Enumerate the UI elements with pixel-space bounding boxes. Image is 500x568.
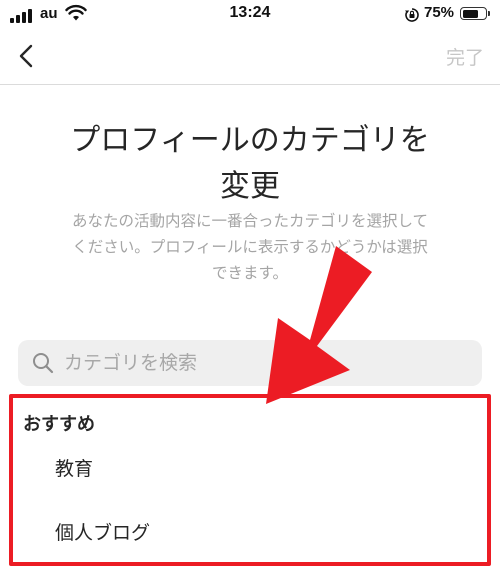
- description-line-2: ください。プロフィールに表示するかどうかは選択: [72, 238, 428, 256]
- search-icon: [32, 352, 54, 378]
- category-item-personal-blog[interactable]: 個人ブログ: [0, 508, 500, 556]
- battery-percent: 75%: [424, 4, 455, 21]
- nav-bar: 完了: [0, 32, 500, 85]
- section-header-recommended: おすすめ: [23, 414, 95, 435]
- category-item-label: 教育: [55, 458, 94, 480]
- orientation-lock-icon: [404, 7, 420, 28]
- category-item-label: 個人ブログ: [55, 522, 151, 544]
- screen: au 13:24 75% 完了 プロフィールのカテゴリを 変更 あなたの活動内容…: [0, 0, 500, 568]
- page-title-line-2: 変更: [220, 169, 280, 204]
- search-input[interactable]: [64, 340, 464, 386]
- back-button[interactable]: [12, 40, 44, 72]
- description-line-1: あなたの活動内容に一番合ったカテゴリを選択して: [71, 212, 429, 230]
- description-line-3: できます。: [212, 264, 288, 282]
- page-title: プロフィールのカテゴリを 変更: [20, 118, 480, 210]
- search-box[interactable]: [18, 340, 482, 386]
- chevron-left-icon: [19, 44, 33, 68]
- page-title-line-1: プロフィールのカテゴリを: [70, 123, 430, 158]
- category-item-education[interactable]: 教育: [0, 444, 500, 492]
- battery-level: [462, 9, 479, 18]
- battery-icon: [460, 7, 490, 20]
- done-button[interactable]: 完了: [446, 43, 484, 70]
- page-description: あなたの活動内容に一番合ったカテゴリを選択して ください。プロフィールに表示する…: [44, 208, 456, 286]
- status-bar: au 13:24 75%: [0, 0, 500, 32]
